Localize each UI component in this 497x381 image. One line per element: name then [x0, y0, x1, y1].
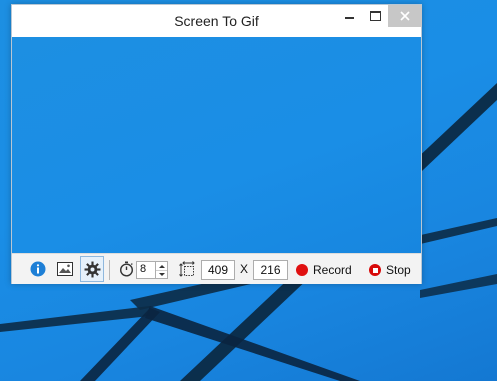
close-icon: [400, 11, 410, 21]
stop-label: Stop: [386, 263, 411, 277]
arrow-up-icon: [158, 264, 165, 268]
minimize-icon: [344, 17, 354, 19]
image-icon: [57, 262, 73, 276]
width-input[interactable]: 409: [201, 260, 235, 280]
resize-icon: [178, 260, 195, 277]
maximize-button[interactable]: [362, 5, 388, 27]
arrow-down-icon: [158, 272, 165, 276]
stopwatch-icon: [119, 261, 133, 277]
height-input[interactable]: 216: [253, 260, 288, 280]
maximize-icon: [369, 11, 381, 21]
info-button[interactable]: [27, 258, 49, 280]
record-button[interactable]: Record: [296, 260, 352, 280]
stopwatch-label: [115, 258, 137, 280]
settings-button[interactable]: [80, 256, 104, 282]
info-icon: [30, 261, 46, 277]
stop-icon: [369, 264, 381, 276]
image-button[interactable]: [54, 258, 76, 280]
resize-label: [176, 258, 198, 280]
fps-decrease-button[interactable]: [156, 270, 167, 278]
stop-button[interactable]: Stop: [369, 260, 411, 280]
toolbar-divider: [109, 260, 110, 280]
record-icon: [296, 264, 308, 276]
app-window: Screen To Gif 8 409 X 216 Record Stop: [11, 4, 422, 284]
toolbar: 8 409 X 216 Record Stop: [12, 253, 421, 284]
fps-stepper: [156, 261, 168, 279]
record-label: Record: [313, 263, 352, 277]
capture-area[interactable]: [12, 37, 421, 253]
close-button[interactable]: [388, 5, 422, 27]
minimize-button[interactable]: [336, 5, 362, 27]
size-separator: X: [240, 262, 249, 276]
title-bar[interactable]: Screen To Gif: [12, 5, 422, 37]
fps-input[interactable]: 8: [136, 261, 156, 279]
gear-icon: [84, 261, 100, 277]
